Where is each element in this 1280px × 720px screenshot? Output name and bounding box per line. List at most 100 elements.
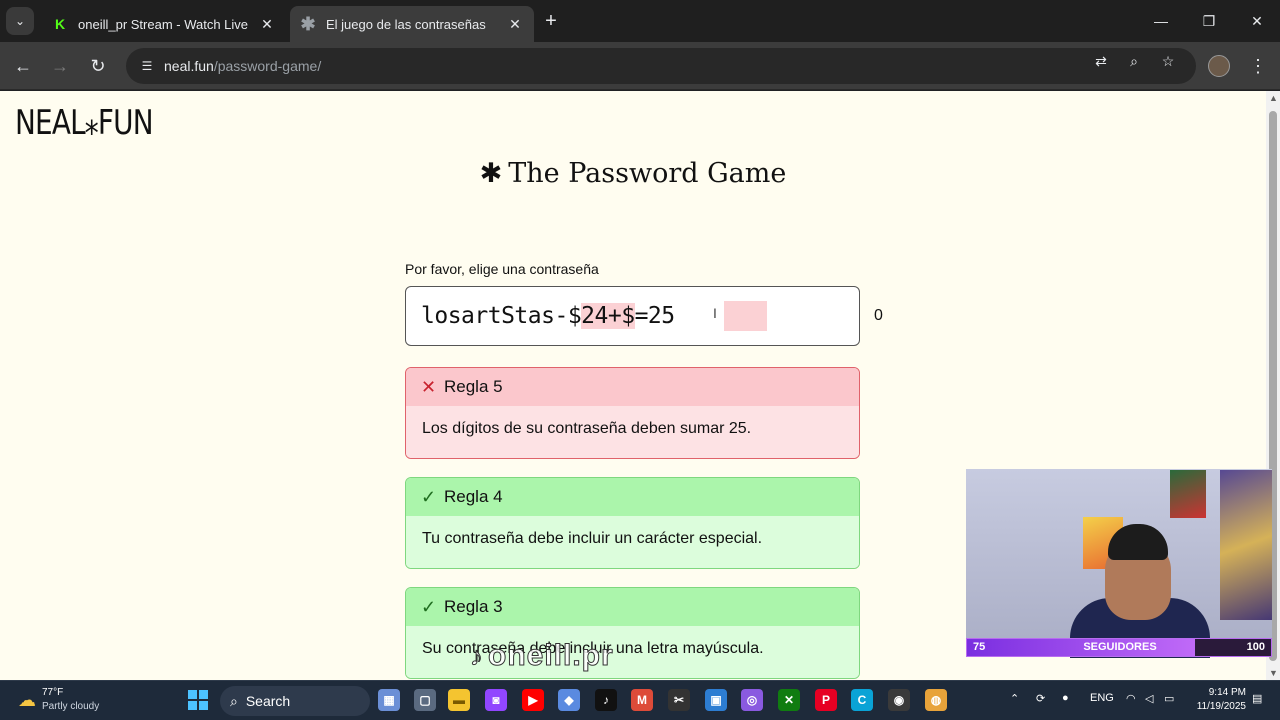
- arrow-left-icon: ←: [14, 55, 32, 76]
- restore-icon: ❐: [1202, 12, 1216, 29]
- gmail-icon[interactable]: M: [631, 689, 653, 711]
- xbox-icon[interactable]: ✕: [778, 689, 800, 711]
- close-icon[interactable]: ✕: [506, 15, 524, 33]
- search-label: Search: [245, 693, 291, 709]
- canva-icon[interactable]: C: [851, 689, 873, 711]
- volume-icon[interactable]: ◁: [1145, 692, 1153, 705]
- close-icon[interactable]: ✕: [258, 15, 276, 33]
- plus-icon: +: [545, 9, 557, 32]
- tab-search-button[interactable]: ⌄: [6, 7, 34, 35]
- kick-icon: K: [54, 16, 66, 32]
- minimize-icon: —: [1154, 13, 1168, 29]
- browser-toolbar: ← → ↻ ☰ neal.fun/password-game/ ⇄ ⌕ ☆ ⋮: [0, 42, 1280, 90]
- sync-icon[interactable]: ⟳: [1036, 692, 1045, 705]
- language-indicator[interactable]: ENG: [1090, 692, 1114, 704]
- tab-kick-stream[interactable]: K oneill_pr Stream - Watch Live o ✕: [42, 6, 286, 42]
- url-text: neal.fun/password-game/: [164, 58, 321, 74]
- scroll-up-icon[interactable]: ▲: [1269, 93, 1278, 103]
- character-count: 0: [874, 307, 883, 324]
- twitch-icon[interactable]: ◙: [485, 689, 507, 711]
- scroll-down-icon[interactable]: ▼: [1269, 668, 1278, 678]
- rule-header: ✓ Regla 3: [406, 588, 859, 626]
- back-button[interactable]: ←: [11, 54, 35, 78]
- weather-icon[interactable]: ☁: [16, 689, 38, 711]
- reload-icon: ↻: [90, 55, 106, 76]
- wifi-icon[interactable]: ◠: [1126, 692, 1136, 705]
- windows-start-icon[interactable]: [188, 690, 208, 710]
- asterisk-icon: ✱: [300, 13, 316, 34]
- store-icon[interactable]: ▣: [705, 689, 727, 711]
- tray-chevron-up-icon[interactable]: ⌃: [1010, 692, 1019, 705]
- minimize-button[interactable]: —: [1146, 6, 1176, 36]
- password-part: =25: [634, 303, 676, 329]
- chevron-down-icon: ⌄: [14, 14, 26, 28]
- clock-time[interactable]: 9:14 PM: [1190, 687, 1246, 698]
- widgets-icon[interactable]: ▦: [378, 689, 400, 711]
- follower-goal-label: SEGUIDORES: [1083, 641, 1157, 653]
- tiktok-icon[interactable]: ♪: [595, 689, 617, 711]
- watermark-text: oneill.pr: [488, 639, 614, 673]
- menu-kebab-icon[interactable]: ⋮: [1248, 54, 1268, 78]
- rule-header: ✕ Regla 5: [406, 368, 859, 406]
- check-icon: ✓: [421, 486, 437, 507]
- weather-desc[interactable]: Partly cloudy: [42, 701, 99, 712]
- profile-avatar[interactable]: [1208, 55, 1230, 77]
- password-text[interactable]: losartStas-$24+$=25: [421, 303, 675, 329]
- text-cursor-icon: I: [713, 305, 717, 321]
- stream-watermark: ♪ oneill.pr: [470, 639, 614, 673]
- close-window-button[interactable]: ✕: [1242, 6, 1272, 36]
- tab-strip: ⌄ K oneill_pr Stream - Watch Live o ✕ ✱ …: [0, 0, 1280, 42]
- check-icon: ✓: [421, 596, 437, 617]
- page-title: ✱ The Password Game: [0, 158, 1266, 189]
- tab-title: El juego de las contraseñas: [326, 16, 486, 32]
- rule-header: ✓ Regla 4: [406, 478, 859, 516]
- webcam-poster: [1220, 470, 1272, 620]
- restore-button[interactable]: ❐: [1194, 6, 1224, 36]
- new-tab-button[interactable]: +: [540, 10, 562, 32]
- youtube-icon[interactable]: ▶: [522, 689, 544, 711]
- tab-password-game[interactable]: ✱ El juego de las contraseñas ✕: [290, 6, 534, 42]
- password-input[interactable]: losartStas-$24+$=25 I: [405, 286, 860, 346]
- rule-text: Los dígitos de su contraseña deben sumar…: [406, 406, 859, 458]
- password-highlight-block: [724, 301, 767, 331]
- notification-icon[interactable]: ▤: [1252, 692, 1262, 705]
- rule-title: Regla 3: [444, 597, 503, 616]
- tab-title: oneill_pr Stream - Watch Live o: [78, 16, 252, 32]
- taskbar-search[interactable]: ⌕ Search: [220, 686, 370, 716]
- asterisk-icon: ✱: [479, 158, 503, 189]
- address-bar[interactable]: ☰ neal.fun/password-game/: [126, 48, 1196, 84]
- site-info-icon[interactable]: ☰: [138, 57, 156, 75]
- follower-goal-target: 100: [1246, 641, 1265, 653]
- forward-button[interactable]: →: [48, 54, 72, 78]
- capcut-icon[interactable]: ✂: [668, 689, 690, 711]
- site-logo[interactable]: NEAL⁎FUN: [15, 103, 154, 143]
- reload-button[interactable]: ↻: [86, 54, 110, 78]
- password-prompt-label: Por favor, elige una contraseña: [405, 261, 599, 277]
- url-domain: neal.fun: [164, 58, 214, 74]
- chrome-icon[interactable]: ◍: [925, 689, 947, 711]
- zoom-icon[interactable]: ⌕: [1124, 51, 1144, 71]
- page-title-text: The Password Game: [508, 158, 787, 189]
- rule-title: Regla 5: [444, 377, 503, 396]
- weather-temp[interactable]: 77°F: [42, 687, 63, 698]
- password-highlighted-digits: 24+$: [581, 303, 635, 329]
- file-explorer-icon[interactable]: ▬: [448, 689, 470, 711]
- windows-taskbar: ☁ 77°F Partly cloudy ⌕ Search ▦ ▢ ▬ ◙ ▶ ◆…: [0, 680, 1280, 720]
- bookmark-star-icon[interactable]: ☆: [1158, 51, 1178, 71]
- close-icon: ✕: [1251, 12, 1263, 29]
- cross-icon: ✕: [421, 376, 437, 397]
- tiktok-icon: ♪: [470, 641, 484, 672]
- clock-date[interactable]: 11/19/2025: [1184, 701, 1246, 712]
- arrow-right-icon: →: [51, 55, 69, 76]
- copilot-icon[interactable]: ◆: [558, 689, 580, 711]
- pinterest-icon[interactable]: P: [815, 689, 837, 711]
- battery-icon[interactable]: ▭: [1164, 692, 1174, 705]
- task-view-icon[interactable]: ▢: [414, 689, 436, 711]
- microphone-icon[interactable]: ●: [1062, 692, 1069, 704]
- rule-text: Tu contraseña debe incluir un carácter e…: [406, 516, 859, 568]
- url-path: /password-game/: [213, 58, 322, 74]
- app-icon[interactable]: ◎: [741, 689, 763, 711]
- translate-icon[interactable]: ⇄: [1091, 51, 1111, 71]
- rule-card-5: ✕ Regla 5 Los dígitos de su contraseña d…: [405, 367, 860, 459]
- obs-icon[interactable]: ◉: [888, 689, 910, 711]
